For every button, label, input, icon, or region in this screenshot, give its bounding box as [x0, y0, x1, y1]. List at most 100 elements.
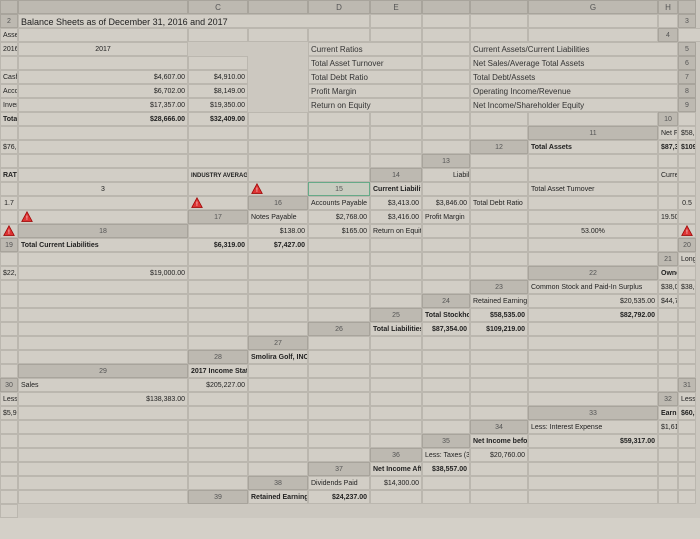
cell[interactable]	[528, 462, 658, 476]
cell[interactable]	[370, 392, 422, 406]
cell[interactable]	[470, 224, 528, 238]
cell[interactable]	[678, 154, 696, 168]
cell[interactable]	[18, 140, 188, 154]
tcl-2017[interactable]: $7,427.00	[248, 238, 308, 252]
cell[interactable]	[308, 294, 370, 308]
cell[interactable]	[18, 294, 188, 308]
ltd-2016[interactable]: $22,500.00	[0, 266, 18, 280]
other-2016[interactable]: $138.00	[248, 224, 308, 238]
cell[interactable]	[0, 490, 18, 504]
cell[interactable]	[370, 434, 422, 448]
div-value[interactable]: $14,300.00	[370, 476, 422, 490]
cell[interactable]	[188, 224, 248, 238]
row-hdr[interactable]: 3	[678, 14, 696, 28]
cell[interactable]	[658, 434, 678, 448]
cell[interactable]	[0, 56, 18, 70]
cell[interactable]	[678, 364, 696, 378]
cell[interactable]	[370, 28, 422, 42]
cell[interactable]	[528, 28, 658, 42]
row-hdr[interactable]: 23	[470, 280, 528, 294]
cell[interactable]	[248, 434, 308, 448]
cell[interactable]	[308, 280, 370, 294]
cell[interactable]	[188, 126, 248, 140]
row-hdr[interactable]: 18	[18, 224, 188, 238]
cell[interactable]	[0, 126, 18, 140]
cell[interactable]	[528, 154, 658, 168]
cell[interactable]	[422, 140, 470, 154]
cell[interactable]	[470, 126, 528, 140]
cell[interactable]	[188, 182, 248, 196]
cell[interactable]	[658, 154, 678, 168]
cell[interactable]	[308, 266, 370, 280]
int-value[interactable]: $1,617.00	[658, 420, 678, 434]
row-hdr-selected[interactable]: 15	[308, 182, 370, 196]
row-hdr[interactable]: 20	[678, 238, 696, 252]
cell[interactable]	[470, 14, 528, 28]
cell[interactable]	[0, 434, 18, 448]
cell[interactable]	[188, 406, 248, 420]
cell[interactable]	[658, 14, 678, 28]
row-hdr[interactable]: 34	[470, 420, 528, 434]
row-hdr[interactable]: 24	[422, 294, 470, 308]
cell[interactable]	[370, 140, 422, 154]
cell[interactable]	[528, 168, 658, 182]
row-hdr[interactable]: 29	[18, 364, 188, 378]
cell[interactable]	[308, 28, 370, 42]
cell[interactable]	[0, 364, 18, 378]
cell[interactable]	[370, 252, 422, 266]
cell[interactable]	[658, 378, 678, 392]
row-hdr[interactable]: 19	[0, 238, 18, 252]
row-hdr[interactable]: 22	[528, 266, 658, 280]
cell[interactable]	[188, 266, 248, 280]
cell[interactable]	[188, 252, 248, 266]
tca-2016[interactable]: $28,666.00	[18, 112, 188, 126]
cell[interactable]	[528, 196, 658, 210]
cell[interactable]	[658, 336, 678, 350]
cell[interactable]	[470, 168, 528, 182]
cell[interactable]	[528, 476, 658, 490]
row-hdr[interactable]: 26	[308, 322, 370, 336]
cell[interactable]	[308, 420, 370, 434]
cell[interactable]	[658, 322, 678, 336]
row-hdr[interactable]: 4	[658, 28, 678, 42]
cell[interactable]	[422, 238, 470, 252]
cell[interactable]	[422, 224, 470, 238]
cell[interactable]	[0, 420, 18, 434]
cell[interactable]	[188, 392, 248, 406]
cell[interactable]	[470, 266, 528, 280]
cell[interactable]	[18, 406, 188, 420]
cell[interactable]	[658, 476, 678, 490]
cash-2016[interactable]: $4,607.00	[18, 70, 188, 84]
row-hdr[interactable]: 30	[0, 378, 18, 392]
inv-2017[interactable]: $19,350.00	[188, 98, 248, 112]
cell[interactable]	[0, 462, 18, 476]
cell[interactable]	[308, 126, 370, 140]
col-hdr[interactable]	[422, 0, 470, 14]
cell[interactable]	[422, 490, 470, 504]
cell[interactable]	[188, 448, 248, 462]
np-2016[interactable]: $2,768.00	[308, 210, 370, 224]
cell[interactable]	[0, 280, 18, 294]
cell[interactable]	[0, 448, 18, 462]
row-hdr[interactable]: 28	[188, 350, 248, 364]
cell[interactable]	[422, 14, 470, 28]
cell[interactable]	[678, 168, 696, 182]
cell[interactable]	[678, 336, 696, 350]
cell[interactable]	[188, 462, 248, 476]
row-hdr[interactable]: 25	[370, 308, 422, 322]
col-hdr-d[interactable]: D	[308, 0, 370, 14]
row-hdr[interactable]: 16	[248, 196, 308, 210]
cell[interactable]	[678, 182, 696, 196]
tcl-2016[interactable]: $6,319.00	[188, 238, 248, 252]
cell[interactable]	[0, 182, 18, 196]
cell[interactable]	[308, 378, 370, 392]
cell[interactable]	[188, 434, 248, 448]
cell[interactable]	[308, 140, 370, 154]
row-hdr[interactable]: 32	[658, 392, 678, 406]
cell[interactable]	[528, 14, 658, 28]
row-hdr[interactable]: 2	[0, 14, 18, 28]
row-hdr[interactable]: 27	[248, 336, 308, 350]
cell[interactable]	[370, 280, 422, 294]
cell[interactable]	[188, 476, 248, 490]
ap-2017[interactable]: $3,846.00	[422, 196, 470, 210]
